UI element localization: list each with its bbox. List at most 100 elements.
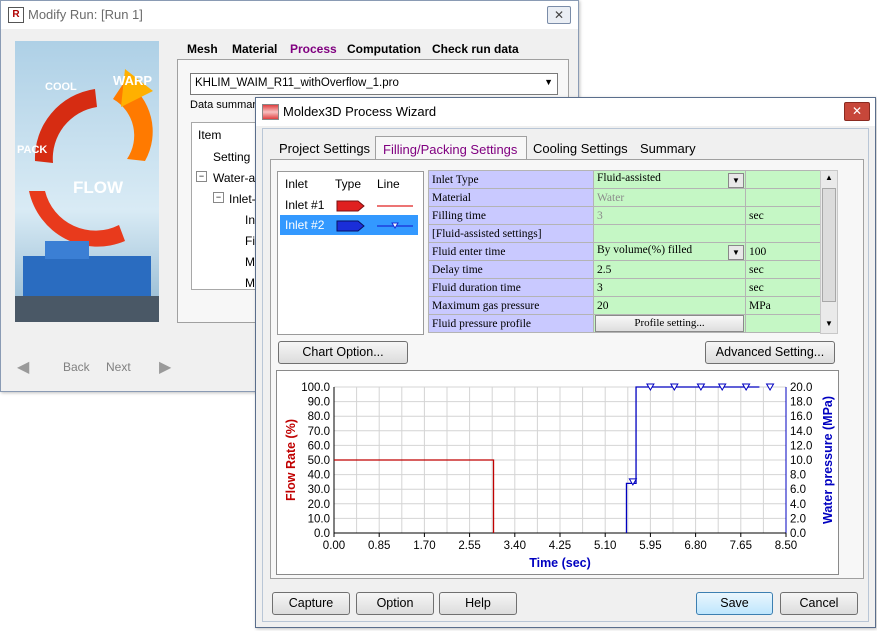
x-tick-label: 0.00 [323,540,345,552]
param-row: Delay time 2.5 sec [428,260,821,279]
scroll-down-icon[interactable]: ▼ [825,319,833,328]
moldex-icon [262,104,279,120]
y-tick-label: 10.0 [308,513,330,525]
y-tick-label: 0.0 [314,528,330,540]
tab-mesh[interactable]: Mesh [187,42,218,56]
next-button[interactable]: Next [106,360,131,374]
param-unit: sec [745,260,821,279]
modify-run-titlebar[interactable]: R Modify Run: [Run 1] ✕ [1,1,578,29]
param-value-text: 3 [597,281,603,294]
chevron-down-icon[interactable]: ▼ [728,172,744,188]
project-file-select[interactable]: KHLIM_WAIM_R11_withOverflow_1.pro ▼ [190,73,558,95]
tab-filling-packing-active[interactable]: Filling/Packing Settings [375,136,527,161]
window-title: Modify Run: [Run 1] [28,7,143,22]
inlet-row-selected[interactable]: Inlet #2 [280,215,418,235]
expand-icon[interactable]: − [213,192,224,203]
inlet-list[interactable]: Inlet Type Line Inlet #1 Inlet #2 [277,171,424,335]
tree-item[interactable]: Water-as [213,171,261,185]
tree-item[interactable]: M [245,255,255,269]
x-tick-label: 3.40 [504,540,526,552]
expand-icon[interactable]: − [196,171,207,182]
save-button[interactable]: Save [696,592,773,615]
inlet-type-arrow-icon [336,200,365,212]
y-tick-label: 100.0 [301,382,330,394]
param-label: Fluid duration time [428,278,594,297]
chevron-down-icon: ▼ [544,77,553,87]
option-button[interactable]: Option [356,592,434,615]
inlet-line-swatch [377,205,413,207]
x-tick-label: 6.80 [684,540,706,552]
tree-item[interactable]: Setting [213,150,250,164]
param-label: Filling time [428,206,594,225]
process-wizard-window: Moldex3D Process Wizard ✕ Project Settin… [255,97,876,628]
banner-word-cool: COOL [45,81,77,93]
x-tick-label: 1.70 [413,540,435,552]
tab-check-run-data[interactable]: Check run data [432,42,519,56]
y2-tick-label: 8.0 [790,470,806,482]
x-tick-label: 7.65 [730,540,752,552]
tree-item[interactable]: M [245,276,255,290]
param-label: [Fluid-assisted settings] [428,224,594,243]
y2-tick-label: 2.0 [790,513,806,525]
advanced-setting-button[interactable]: Advanced Setting... [705,341,835,364]
close-icon[interactable]: ✕ [844,102,870,121]
tab-material[interactable]: Material [232,42,277,56]
y2-tick-label: 6.0 [790,484,806,496]
x-tick-label: 5.95 [639,540,661,552]
tab-filling-packing-label: Filling/Packing Settings [383,142,518,157]
tree-item[interactable]: Inlet- [229,192,256,206]
tab-process[interactable]: Process [290,42,337,56]
param-label: Fluid pressure profile [428,314,594,333]
param-value[interactable]: 3 [593,206,746,225]
tree-header: Item [198,128,222,142]
param-value[interactable]: Water [593,188,746,207]
y2-tick-label: 16.0 [790,411,812,423]
capture-button[interactable]: Capture [272,592,350,615]
arrow-right-icon[interactable]: ▶ [159,357,171,377]
y2-tick-label: 12.0 [790,440,812,452]
tab-computation[interactable]: Computation [347,42,421,56]
param-value[interactable]: Profile setting... [593,314,746,333]
param-value-text: 20 [597,299,609,312]
tab-cooling-settings[interactable]: Cooling Settings [533,141,628,156]
y-tick-label: 80.0 [308,411,330,423]
y-tick-label: 90.0 [308,397,330,409]
param-value[interactable] [593,224,746,243]
param-unit: sec [745,278,821,297]
banner-word-flow: FLOW [73,178,124,197]
param-value[interactable]: ▼ By volume(%) filled [593,242,746,261]
param-row: Fluid enter time ▼ By volume(%) filled 100 [428,242,821,261]
tab-summary[interactable]: Summary [640,141,696,156]
inlet-name: Inlet #1 [285,198,325,212]
y2-tick-label: 14.0 [790,426,812,438]
back-button[interactable]: Back [63,360,90,374]
param-unit [745,170,821,189]
param-value[interactable]: 20 [593,296,746,315]
param-row: Filling time 3 sec [428,206,821,225]
help-button[interactable]: Help [439,592,517,615]
x-tick-label: 0.85 [368,540,390,552]
close-icon[interactable]: ✕ [547,6,571,24]
y2-tick-label: 20.0 [790,382,812,394]
tree-item[interactable]: In [245,213,255,227]
scroll-thumb[interactable] [822,188,836,302]
chevron-down-icon[interactable]: ▼ [728,244,744,260]
param-value[interactable]: 2.5 [593,260,746,279]
chart-panel: 0.00 0.85 1.70 2.55 3.40 4.25 5.10 5.95 6.80 7.65… [276,370,839,575]
profile-setting-button[interactable]: Profile setting... [595,315,744,332]
cancel-button[interactable]: Cancel [780,592,858,615]
inlet-row[interactable]: Inlet #1 [280,195,418,215]
banner-word-pack: PACK [17,144,48,156]
param-value[interactable]: ▼ Fluid-assisted [593,170,746,189]
param-value[interactable]: 3 [593,278,746,297]
tab-project-settings[interactable]: Project Settings [279,141,370,156]
wizard-titlebar[interactable]: Moldex3D Process Wizard ✕ [256,98,875,126]
scroll-up-icon[interactable]: ▲ [825,173,833,182]
arrow-left-icon[interactable]: ◀ [17,357,29,377]
y2-tick-label: 0.0 [790,528,806,540]
y2-axis-label: Water pressure (MPa) [821,396,835,524]
y-tick-label: 70.0 [308,426,330,438]
chart-option-button[interactable]: Chart Option... [278,341,408,364]
y-axis-label: Flow Rate (%) [284,419,298,501]
grid-scrollbar[interactable]: ▲ ▼ [820,170,838,334]
